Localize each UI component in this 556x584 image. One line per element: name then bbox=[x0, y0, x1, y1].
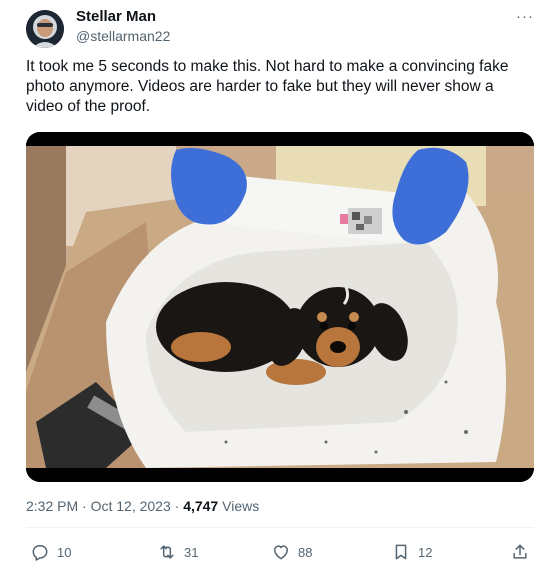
display-name[interactable]: Stellar Man bbox=[76, 8, 156, 25]
bookmark-icon bbox=[395, 544, 407, 560]
views-count: 4,747 bbox=[183, 498, 219, 514]
astronaut-avatar-icon bbox=[26, 10, 64, 48]
retweet-button[interactable]: 31 bbox=[157, 540, 198, 564]
tweet-text: It took me 5 seconds to make this. Not h… bbox=[26, 58, 509, 115]
avatar[interactable] bbox=[26, 10, 64, 48]
retweet-count: 31 bbox=[184, 544, 199, 560]
user-handle[interactable]: @stellarman22 bbox=[76, 28, 170, 44]
heart-icon bbox=[274, 545, 288, 560]
more-options-icon[interactable]: ··· bbox=[516, 8, 534, 25]
action-bar: 10 31 88 12 bbox=[26, 540, 534, 564]
divider bbox=[26, 527, 534, 528]
puppy-photo bbox=[26, 132, 534, 482]
share-icon bbox=[513, 544, 527, 559]
reply-icon bbox=[32, 545, 48, 561]
like-button[interactable]: 88 bbox=[271, 540, 312, 564]
tweet-image[interactable] bbox=[26, 132, 534, 482]
reply-button[interactable]: 10 bbox=[30, 540, 71, 564]
reply-count: 10 bbox=[57, 544, 72, 560]
tweet-meta: 2:32 PM · Oct 12, 2023 · 4,747 Views bbox=[26, 498, 259, 514]
bookmark-button[interactable]: 12 bbox=[391, 540, 432, 564]
tweet-timestamp[interactable]: 2:32 PM · Oct 12, 2023 · bbox=[26, 498, 183, 514]
views-label: Views bbox=[218, 498, 260, 514]
retweet-icon bbox=[160, 545, 174, 559]
like-count: 88 bbox=[298, 544, 313, 560]
share-button[interactable] bbox=[510, 540, 530, 564]
bookmark-count: 12 bbox=[418, 544, 433, 560]
